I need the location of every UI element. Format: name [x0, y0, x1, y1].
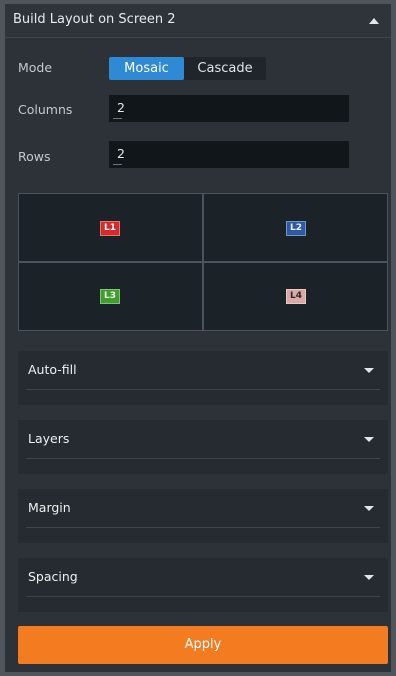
layer-badge-l2: L2	[286, 221, 306, 236]
rows-input[interactable]: 2	[109, 141, 349, 168]
section-layers[interactable]: Layers	[18, 420, 388, 474]
columns-input[interactable]: 2	[109, 95, 349, 122]
layout-cell-l1[interactable]: L1	[19, 194, 202, 261]
section-title-layers: Layers	[28, 431, 70, 446]
rows-cursor	[113, 164, 122, 165]
section-title-auto-fill: Auto-fill	[28, 362, 77, 377]
build-layout-panel: Build Layout on Screen 2 Mode Mosaic Cas…	[5, 4, 391, 672]
layer-badge-l3: L3	[100, 289, 120, 304]
section-title-spacing: Spacing	[28, 569, 78, 584]
collapse-caret-icon[interactable]	[369, 18, 379, 24]
chevron-down-icon[interactable]	[364, 437, 374, 442]
mode-mosaic-button[interactable]: Mosaic	[109, 57, 184, 80]
section-divider	[26, 527, 380, 528]
chevron-down-icon[interactable]	[364, 506, 374, 511]
apply-button[interactable]: Apply	[18, 626, 388, 664]
section-auto-fill[interactable]: Auto-fill	[18, 351, 388, 405]
section-margin[interactable]: Margin	[18, 489, 388, 543]
mode-label: Mode	[18, 60, 53, 75]
layout-cell-l4[interactable]: L4	[204, 263, 387, 330]
section-title-margin: Margin	[28, 500, 71, 515]
layout-preview-grid: L1 L2 L3 L4	[18, 193, 388, 331]
layer-badge-l1: L1	[100, 221, 120, 236]
section-spacing[interactable]: Spacing	[18, 558, 388, 612]
columns-label: Columns	[18, 102, 73, 117]
layout-cell-l3[interactable]: L3	[19, 263, 202, 330]
panel-header[interactable]: Build Layout on Screen 2	[5, 4, 391, 38]
section-divider	[26, 596, 380, 597]
chevron-down-icon[interactable]	[364, 368, 374, 373]
columns-value: 2	[117, 100, 125, 115]
section-divider	[26, 458, 380, 459]
layer-badge-l4: L4	[286, 289, 306, 304]
rows-value: 2	[117, 146, 125, 161]
panel-title: Build Layout on Screen 2	[13, 12, 176, 27]
section-divider	[26, 389, 380, 390]
mode-cascade-button[interactable]: Cascade	[184, 57, 266, 80]
layout-cell-l2[interactable]: L2	[204, 194, 387, 261]
columns-cursor	[113, 118, 122, 119]
chevron-down-icon[interactable]	[364, 575, 374, 580]
rows-label: Rows	[18, 149, 51, 164]
